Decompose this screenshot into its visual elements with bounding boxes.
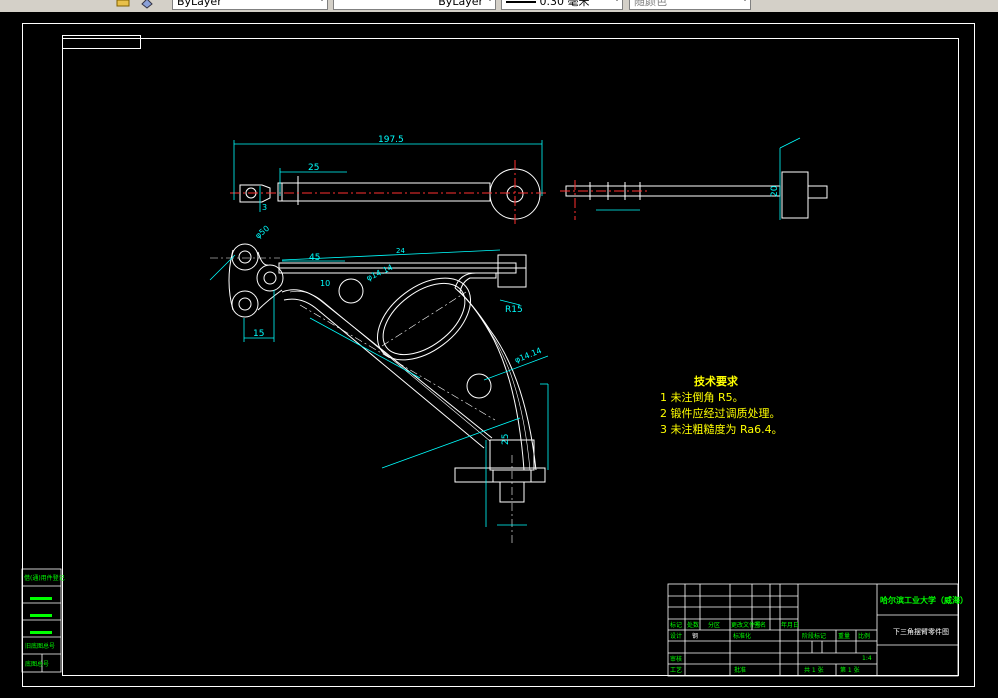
dim-3: 3 — [262, 203, 267, 212]
dim-diameter-14-b: φ14.14 — [513, 346, 543, 365]
cad-drawing: 197.5 25 20 45 15 25 R15 φ14.14 φ14.14 φ… — [21, 135, 968, 677]
dim-25-top: 25 — [308, 163, 319, 173]
drawing-title: 下三角摆臂零件图 — [893, 627, 949, 636]
label-standardize: 标准化 — [733, 632, 751, 640]
label-designer: 设计 — [670, 632, 682, 640]
label-process: 工艺 — [670, 666, 682, 674]
side-view — [565, 171, 828, 219]
front-view — [228, 243, 546, 503]
label-date: 年月日 — [781, 621, 799, 629]
side-strip — [21, 568, 62, 673]
dim-10: 10 — [320, 279, 330, 288]
label-sheet-current: 第 1 张 — [840, 666, 860, 674]
dim-diameter-50: φ50 — [254, 224, 272, 241]
tech-req-title: 技术要求 — [694, 375, 738, 388]
tech-req-item-2: 2 锻件应经过调质处理。 — [660, 407, 781, 420]
label-approve: 批准 — [734, 666, 746, 674]
label-sign: 签名 — [754, 621, 766, 629]
value-material: 钢 — [692, 632, 698, 640]
top-view — [239, 168, 541, 220]
technical-requirements: 技术要求 1 未注倒角 R5。 2 锻件应经过调质处理。 3 未注粗糙度为 Ra… — [660, 374, 783, 438]
label-sheet-total: 共 1 张 — [804, 666, 824, 674]
label-mark: 标记 — [670, 621, 682, 629]
label-zone: 分区 — [708, 621, 720, 629]
label-stage-mark: 阶段标记 — [802, 632, 826, 640]
dim-24: 24 — [396, 247, 405, 255]
dim-diameter-14-a: φ14.14 — [365, 263, 394, 283]
value-scale: 1:4 — [862, 655, 872, 662]
label-scale: 比例 — [858, 632, 870, 640]
dim-radius-15: R15 — [505, 305, 523, 315]
label-count: 处数 — [687, 621, 699, 629]
front-view-dimensions — [209, 249, 549, 527]
label-checker: 审核 — [670, 655, 682, 663]
front-view-centerlines — [210, 257, 513, 545]
side-strip-marks — [30, 597, 52, 634]
university-name: 哈尔滨工业大学（威海） — [880, 595, 968, 605]
side-view-dimensions — [596, 137, 801, 220]
tech-req-item-1: 1 未注倒角 R5。 — [660, 391, 744, 404]
dim-25-vertical: 25 — [501, 434, 511, 445]
dim-overall-length: 197.5 — [378, 135, 404, 145]
dim-15: 15 — [253, 329, 264, 339]
label-weight: 重量 — [838, 632, 850, 640]
dim-45: 45 — [309, 253, 320, 263]
tech-req-item-3: 3 未注粗糙度为 Ra6.4。 — [660, 423, 783, 436]
side-strip-label-bottom: 底图总号 — [25, 660, 49, 668]
side-strip-label-mid: 旧底图总号 — [25, 642, 55, 650]
side-strip-label-top: 借(通)用件登记 — [24, 574, 65, 582]
dim-height-20: 20 — [770, 185, 780, 197]
